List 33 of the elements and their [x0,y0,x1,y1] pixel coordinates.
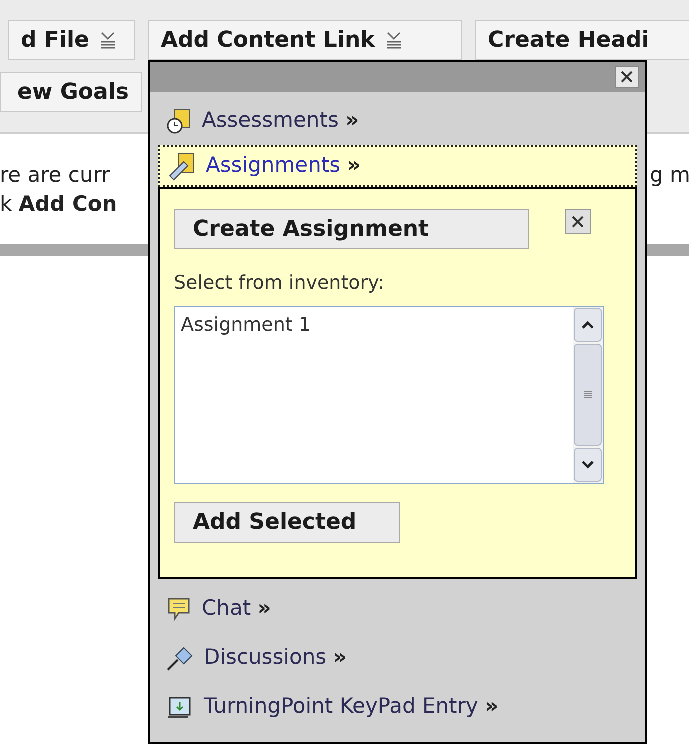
scroll-thumb[interactable] [574,344,602,446]
menu-item[interactable]: Discussions » [158,634,637,682]
menu-icon [385,30,404,50]
close-button[interactable] [615,66,639,88]
close-button[interactable] [565,209,591,234]
scroll-down-button[interactable] [574,448,602,482]
toolbar-button[interactable]: Create Headi [475,20,689,60]
ruler-document-icon [168,151,196,181]
menu-item[interactable]: TurningPoint KeyPad Entry » [158,682,637,732]
list-option[interactable]: Assignment 1 [181,310,573,339]
scroll-up-button[interactable] [574,308,602,342]
toolbar-button[interactable]: d File [8,20,135,60]
scrollbar[interactable] [573,306,603,482]
inventory-listbox[interactable]: Assignment 1 [174,306,604,484]
grip-icon [583,390,593,400]
create-assignment-button[interactable]: Create Assignment [174,209,529,249]
chevron-down-icon [581,460,595,470]
menu-item[interactable]: Assignments » [158,145,637,187]
chevron-up-icon [581,320,595,330]
body-text: g m [650,162,689,189]
list-label: Select from inventory: [174,271,386,296]
body-text: re are curr [0,162,110,189]
menu-icon [99,30,118,50]
menu-item[interactable]: Chat » [158,584,637,634]
body-text: k Add Con [0,191,118,218]
add-selected-button[interactable]: Add Selected [174,502,400,542]
clock-document-icon [166,106,192,134]
close-icon [571,214,585,228]
toolbar-button[interactable]: Add Content Link [148,20,462,60]
menu-item[interactable]: Assessments » [158,96,637,145]
close-icon [620,70,634,84]
toolbar-button[interactable]: ew Goals [0,72,142,112]
speech-bubble-icon [166,596,192,622]
